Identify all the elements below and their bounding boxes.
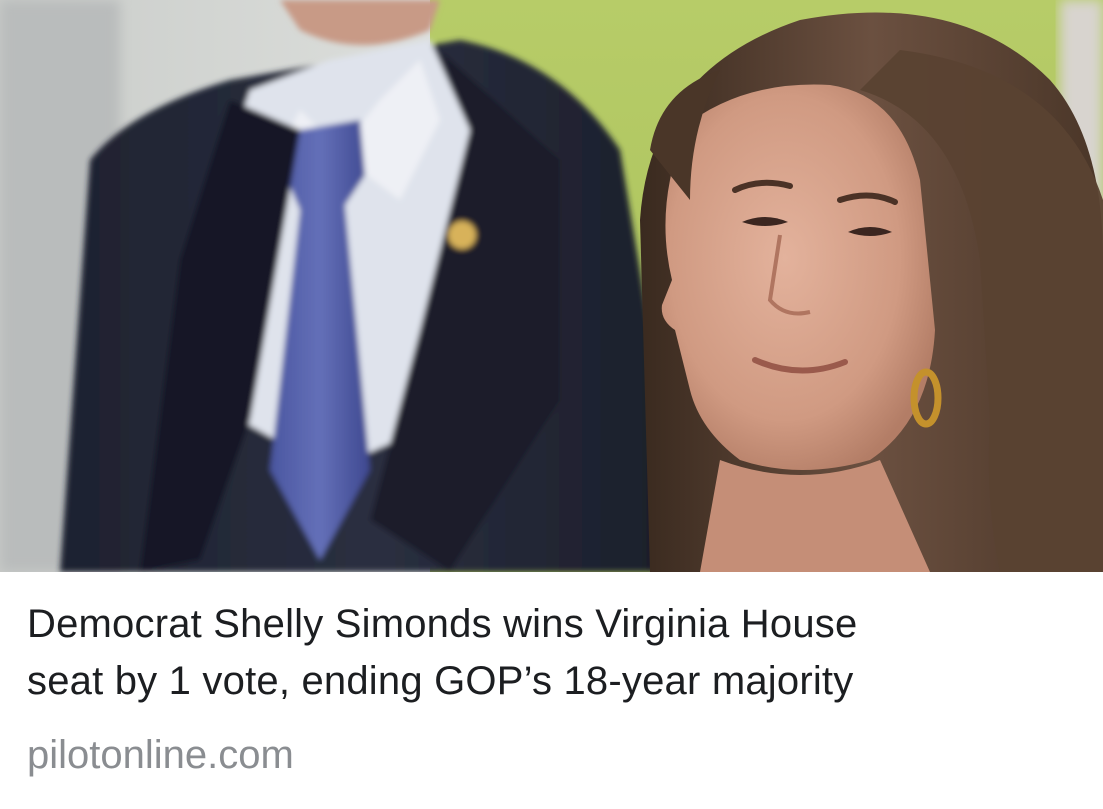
article-headline[interactable]: Democrat Shelly Simonds wins Virginia Ho… (27, 596, 1087, 710)
caption-area[interactable]: Democrat Shelly Simonds wins Virginia Ho… (0, 572, 1103, 809)
source-domain[interactable]: pilotonline.com (27, 730, 294, 780)
article-photo[interactable] (0, 0, 1103, 572)
link-preview-card[interactable]: Democrat Shelly Simonds wins Virginia Ho… (0, 0, 1103, 809)
headline-line-2: seat by 1 vote, ending GOP’s 18-year maj… (27, 659, 854, 703)
headline-line-1: Democrat Shelly Simonds wins Virginia Ho… (27, 602, 858, 646)
photo-illustration (0, 0, 1103, 572)
